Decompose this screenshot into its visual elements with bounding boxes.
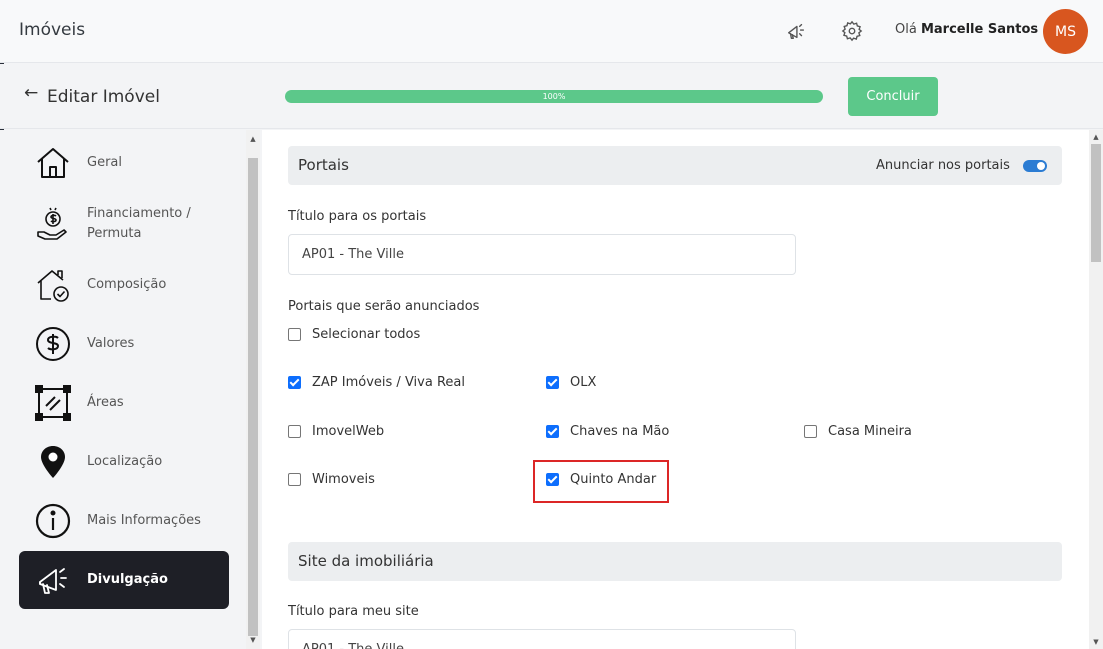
checkbox-label: OLX <box>570 375 597 390</box>
sidebar-item-label: Composição <box>87 277 167 292</box>
sidebar-item-valores[interactable]: Valores <box>19 315 229 373</box>
checkbox-label: Selecionar todos <box>312 327 421 342</box>
sidebar-item-label: Divulgação <box>87 572 168 587</box>
checkbox-box[interactable] <box>288 473 301 486</box>
checkbox-box[interactable] <box>546 376 559 389</box>
user-name: Marcelle Santos <box>920 22 1039 37</box>
sidebar-item-localizacao[interactable]: Localização <box>19 433 229 491</box>
portal-checkbox-wimoveis[interactable]: Wimoveis <box>288 472 375 487</box>
scroll-down-icon[interactable]: ▼ <box>1089 635 1103 649</box>
info-circle-icon <box>33 501 73 541</box>
checkbox-box[interactable] <box>288 376 301 389</box>
sidebar-item-divulgacao[interactable]: Divulgação <box>19 551 229 609</box>
sidebar-item-label: Valores <box>87 336 135 351</box>
gear-icon[interactable] <box>839 18 865 44</box>
advertise-toggle[interactable] <box>1023 160 1047 172</box>
select-all-checkbox[interactable]: Selecionar todos <box>288 327 420 342</box>
main-content: Portais Anunciar nos portais Título para… <box>262 130 1089 649</box>
avatar-initials: MS <box>1055 23 1076 40</box>
section-title: Portais <box>298 156 349 174</box>
house-check-icon <box>33 265 73 305</box>
highlight-box <box>533 460 669 503</box>
scroll-up-icon[interactable]: ▲ <box>1089 130 1103 144</box>
sidebar-item-geral[interactable]: Geral <box>19 134 229 192</box>
sidebar-item-label: Mais Informações <box>87 513 201 528</box>
toggle-knob <box>1037 162 1045 170</box>
house-icon <box>33 143 73 183</box>
user-greeting: Olá Marcelle Santos <box>895 22 1038 37</box>
page-title: Editar Imóvel <box>47 87 160 107</box>
checkbox-box[interactable] <box>546 425 559 438</box>
checkbox-label: Chaves na Mão <box>570 424 670 439</box>
greeting-prefix: Olá <box>895 22 917 37</box>
sidebar-item-label: Localização <box>87 454 163 469</box>
portal-checkbox-imovelweb[interactable]: ImovelWeb <box>288 424 384 439</box>
site-title-label: Título para meu site <box>288 604 419 619</box>
progress-fill: 100% <box>285 90 823 103</box>
site-title-input[interactable] <box>288 629 796 649</box>
top-bar: Imóveis Olá Marcelle Santos MS <box>0 0 1103 63</box>
money-hand-icon <box>33 204 73 244</box>
portal-title-label: Título para os portais <box>288 209 427 224</box>
app-title: Imóveis <box>19 20 86 40</box>
area-icon <box>33 383 73 423</box>
sidebar-item-financiamento[interactable]: Financiamento / Permuta <box>19 195 229 253</box>
checkbox-label: Casa Mineira <box>828 424 912 439</box>
site-section-header: Site da imobiliária <box>288 542 1062 581</box>
section-title: Site da imobiliária <box>298 552 434 570</box>
megaphone-icon <box>33 560 73 600</box>
checkbox-label: Wimoveis <box>312 472 375 487</box>
sidebar-item-areas[interactable]: Áreas <box>19 374 229 432</box>
portal-checkbox-chaves-na-mao[interactable]: Chaves na Mão <box>546 424 669 439</box>
sidebar-item-label: Geral <box>87 155 122 170</box>
map-pin-icon <box>33 442 73 482</box>
progress-bar: 100% <box>285 90 823 103</box>
arrow-left-icon[interactable]: ← <box>24 83 38 103</box>
scroll-down-icon[interactable]: ▼ <box>246 633 260 647</box>
portal-checkbox-olx[interactable]: OLX <box>546 375 596 390</box>
portals-list-label: Portais que serão anunciados <box>288 299 480 314</box>
scrollbar-thumb[interactable] <box>1091 144 1101 262</box>
checkbox-label: ZAP Imóveis / Viva Real <box>312 375 465 390</box>
dollar-circle-icon <box>33 324 73 364</box>
checkbox-box[interactable] <box>288 328 301 341</box>
checkbox-box[interactable] <box>804 425 817 438</box>
checkbox-label: ImovelWeb <box>312 424 385 439</box>
sidebar-item-mais-informacoes[interactable]: Mais Informações <box>19 492 229 550</box>
portal-title-input[interactable] <box>288 234 796 275</box>
portal-checkbox-zap[interactable]: ZAP Imóveis / Viva Real <box>288 375 465 390</box>
megaphone-icon[interactable] <box>783 18 809 44</box>
page-header: ← Editar Imóvel 100% Concluir <box>0 64 1103 129</box>
checkbox-box[interactable] <box>288 425 301 438</box>
scrollbar-thumb[interactable] <box>248 158 258 636</box>
sidebar-item-label: Financiamento / Permuta <box>87 206 191 241</box>
sidebar-scrollbar[interactable]: ▲ ▼ <box>246 130 260 649</box>
sidebar-item-label: Áreas <box>87 395 124 410</box>
portais-section-header: Portais Anunciar nos portais <box>288 146 1062 185</box>
avatar[interactable]: MS <box>1043 9 1088 54</box>
progress-label: 100% <box>542 92 566 101</box>
toggle-label: Anunciar nos portais <box>876 158 1010 173</box>
portal-checkbox-casa-mineira[interactable]: Casa Mineira <box>804 424 912 439</box>
scroll-up-icon[interactable]: ▲ <box>246 132 260 146</box>
sidebar-item-composicao[interactable]: Composição <box>19 256 229 314</box>
conclude-button[interactable]: Concluir <box>848 77 938 116</box>
sidebar: Geral Financiamento / Permuta Composição… <box>0 130 246 649</box>
main-scrollbar[interactable]: ▲ ▼ <box>1089 130 1103 649</box>
